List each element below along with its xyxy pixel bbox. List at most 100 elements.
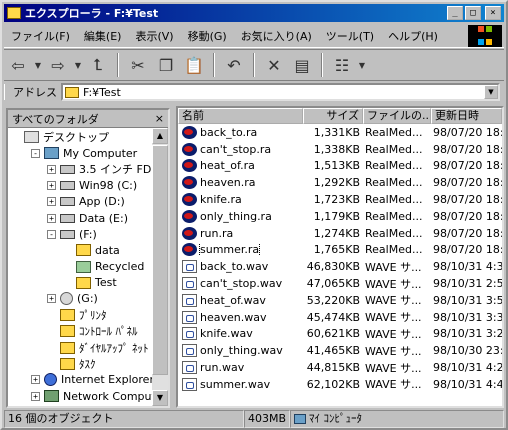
menu-edit[interactable]: 編集(E) [77,28,129,44]
tree-item[interactable]: - My Computer [8,145,168,161]
paste-icon: 📋 [184,55,204,75]
tree-item-label: Win98 (C:) [79,179,138,193]
column-header-size[interactable]: サイズ [303,108,363,124]
menu-help[interactable]: ヘルプ(H) [381,28,445,44]
up-button[interactable]: ⮤ [84,52,112,78]
wave-icon [182,310,197,324]
file-row[interactable]: heat_of.wav 53,220KB WAVE サ... 98/10/31 3:5… [178,292,502,309]
toolbar: ⇦ ▼ ⇨ ▼ ⮤ ✂ ❐ 📋 ↶ ✕ ▤ ☷ ▼ [4,49,504,81]
tree-item[interactable]: + Data (E:) [8,210,168,226]
forward-button[interactable]: ⇨ [44,52,72,78]
file-row[interactable]: summer.wav 62,102KB WAVE サ... 98/10/31 4:44 [178,376,502,393]
tree-item[interactable]: + Win98 (C:) [8,178,168,194]
expand-button[interactable]: + [47,164,56,174]
file-row[interactable]: can't_stop.ra 1,338KB RealMed... 98/07/20 1… [178,141,502,158]
realmedia-icon [182,193,197,207]
close-button[interactable]: × [485,6,501,20]
file-name-cell: heat_of.wav [178,293,303,307]
file-name: summer.wav [200,377,271,391]
file-row[interactable]: only_thing.wav 41,465KB WAVE サ... 98/10/30 … [178,342,502,359]
expand-button[interactable]: + [31,375,40,385]
file-name-cell: back_to.ra [178,125,303,139]
file-row[interactable]: can't_stop.wav 47,065KB WAVE サ... 98/10/31 … [178,275,502,292]
expand-button[interactable]: + [47,181,56,191]
views-button[interactable]: ☷ [328,52,356,78]
file-type: RealMed... [365,125,423,139]
properties-button[interactable]: ▤ [288,52,316,78]
file-row[interactable]: back_to.wav 46,830KB WAVE サ... 98/10/31 4:3… [178,258,502,275]
minimize-button[interactable]: _ [447,6,463,20]
file-row[interactable]: run.ra 1,274KB RealMed... 98/07/20 18:00 [178,225,502,242]
tree-item[interactable]: + (G:) [8,291,168,307]
collapse-button[interactable]: - [47,229,56,239]
folders-pane-close-button[interactable]: × [155,112,164,125]
column-header-name[interactable]: 名前 [178,108,303,124]
folders-scrollbar[interactable]: ▲ ▼ [152,128,168,406]
title-bar[interactable]: エクスプローラ - F:¥Test _ □ × [4,4,504,22]
tree-item[interactable]: Recycled [8,259,168,275]
collapse-button[interactable]: - [31,148,40,158]
file-type: WAVE サ... [365,294,422,308]
tree-item-label: (G:) [77,292,98,306]
file-name-cell: run.wav [178,361,303,375]
undo-button[interactable]: ↶ [220,52,248,78]
address-dropdown-button[interactable]: ▼ [484,85,498,99]
tree-item[interactable]: data [8,242,168,258]
tree-item[interactable]: + Internet Explorer [8,372,168,388]
tree-item-label: ﾀｽｸ [79,357,96,371]
views-dropdown[interactable]: ▼ [356,52,368,78]
paste-button[interactable]: 📋 [180,52,208,78]
file-row[interactable]: heaven.wav 45,474KB WAVE サ... 98/10/31 3:35 [178,309,502,326]
expand-button[interactable]: + [47,213,56,223]
file-row[interactable]: knife.wav 60,621KB WAVE サ... 98/10/31 3:21 [178,326,502,343]
menu-go[interactable]: 移動(G) [181,28,234,44]
scroll-down-button[interactable]: ▼ [152,390,168,406]
tree-item[interactable]: ﾀｽｸ [8,356,168,372]
tree-item[interactable]: ﾌﾟﾘﾝﾀ [8,307,168,323]
column-header-type[interactable]: ファイルの... [363,108,431,124]
file-name: summer.ra [198,243,261,257]
file-row[interactable]: knife.ra 1,723KB RealMed... 98/07/20 18:00 [178,191,502,208]
tree-item[interactable]: +3.5 インチ FD (A:) [8,161,168,177]
menu-tools[interactable]: ツール(T) [319,28,381,44]
delete-button[interactable]: ✕ [260,52,288,78]
cut-button[interactable]: ✂ [124,52,152,78]
network-icon [44,390,59,403]
tree-item[interactable]: - (F:) [8,226,168,242]
file-name: can't_stop.wav [200,277,283,291]
file-row[interactable]: only_thing.ra 1,179KB RealMed... 98/07/20 1… [178,208,502,225]
menu-favorites[interactable]: お気に入り(A) [234,28,319,44]
tree-item[interactable]: + Network Computer [8,388,168,404]
tree-item[interactable]: Test [8,275,168,291]
menu-file[interactable]: ファイル(F) [4,28,77,44]
expand-button[interactable]: + [31,391,40,401]
file-type: WAVE サ... [365,361,422,375]
scroll-thumb[interactable] [152,145,168,375]
scroll-up-button[interactable]: ▲ [152,128,168,144]
tree-item-label: ｺﾝﾄﾛｰﾙ ﾊﾟﾈﾙ [79,325,138,339]
back-button[interactable]: ⇦ [4,52,32,78]
file-row[interactable]: back_to.ra 1,331KB RealMed... 98/07/20 18:0… [178,124,502,141]
maximize-button[interactable]: □ [465,6,481,20]
expand-button[interactable]: + [47,294,56,304]
tree-item[interactable]: デスクトップ [8,129,168,145]
file-row[interactable]: heaven.ra 1,292KB RealMed... 98/07/20 18:00 [178,174,502,191]
realmedia-icon [182,176,197,190]
file-row[interactable]: run.wav 44,815KB WAVE サ... 98/10/31 4:24 [178,359,502,376]
file-row[interactable]: summer.ra 1,765KB RealMed... 98/07/20 18:00 [178,242,502,259]
file-modified: 98/07/20 18:00 [433,176,502,190]
forward-dropdown[interactable]: ▼ [72,52,84,78]
file-modified: 98/07/20 18:00 [433,243,502,257]
windows-logo-icon [468,25,502,47]
tree-item[interactable]: ﾀﾞｲﾔﾙｱｯﾌﾟ ﾈｯﾄ [8,339,168,355]
menu-view[interactable]: 表示(V) [128,28,180,44]
status-object-count: 16 個のオブジェクト [4,410,244,428]
tree-item[interactable]: ｺﾝﾄﾛｰﾙ ﾊﾟﾈﾙ [8,323,168,339]
tree-item[interactable]: + App (D:) [8,194,168,210]
column-header-modified[interactable]: 更新日時 [431,108,502,124]
expand-button[interactable]: + [47,197,56,207]
file-row[interactable]: heat_of.ra 1,513KB RealMed... 98/07/20 18:0… [178,158,502,175]
copy-button[interactable]: ❐ [152,52,180,78]
back-dropdown[interactable]: ▼ [32,52,44,78]
address-input[interactable]: F:¥Test ▼ [61,83,500,101]
